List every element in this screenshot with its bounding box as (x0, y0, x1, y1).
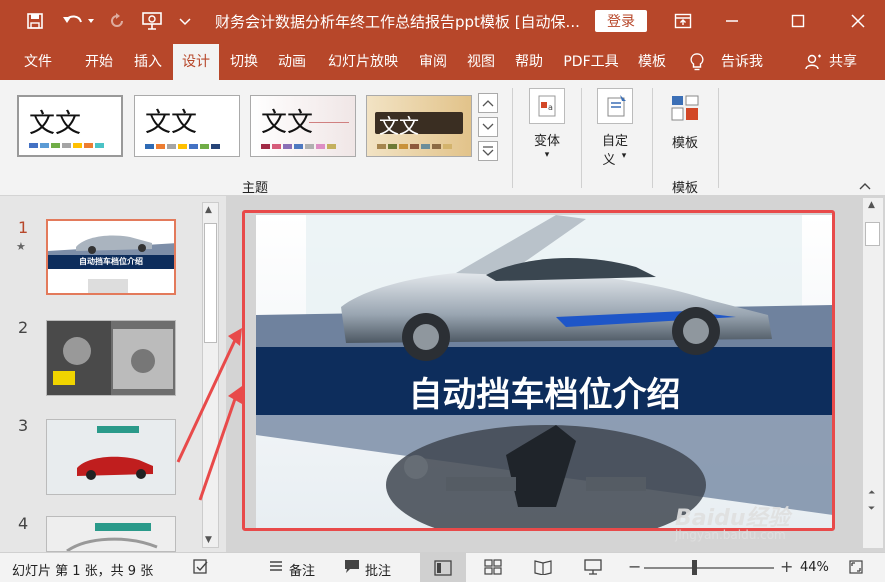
notes-button[interactable]: 备注 (289, 560, 315, 579)
svg-text:a: a (548, 103, 553, 112)
theme-sample-text: 文文 (29, 109, 82, 139)
lightbulb-icon[interactable] (686, 44, 708, 80)
comments-icon[interactable] (343, 558, 361, 578)
slideshow-icon[interactable] (584, 558, 602, 580)
slide-thumbnail-2[interactable] (46, 320, 176, 396)
slide-thumbnail-4[interactable] (46, 516, 176, 552)
ribbon-separator (718, 88, 719, 188)
scrollbar-thumb[interactable] (865, 222, 880, 246)
next-slide-icon[interactable]: ⏷ (868, 504, 875, 514)
ribbon-design: 文文 文文 文文 文文 主题 a 变体 ▾ 自定 义 ▾ 模板 模板 (0, 80, 885, 196)
scroll-down-icon[interactable]: ▼ (205, 535, 212, 545)
slide-thumbnail-3[interactable] (46, 419, 176, 495)
redo-icon[interactable] (104, 8, 130, 34)
login-button[interactable]: 登录 (595, 10, 647, 32)
ribbon-separator (512, 88, 513, 188)
zoom-slider[interactable] (644, 567, 774, 569)
tab-tell-me[interactable]: 告诉我 (712, 44, 772, 80)
variants-icon[interactable]: a (529, 88, 565, 124)
zoom-level[interactable]: 44% (800, 560, 829, 575)
comments-button[interactable]: 批注 (365, 560, 391, 579)
template-icon[interactable] (668, 92, 702, 126)
save-icon[interactable] (22, 8, 48, 34)
maximize-icon[interactable] (778, 8, 818, 34)
document-title: 财务会计数据分析年终工作总结报告ppt模板 [自动保... (215, 13, 580, 31)
highlight-box (242, 210, 835, 531)
collapse-ribbon-icon[interactable] (858, 180, 874, 192)
scroll-up-icon[interactable]: ▲ (868, 200, 875, 210)
tab-help[interactable]: 帮助 (506, 44, 552, 80)
tab-view[interactable]: 视图 (458, 44, 504, 80)
theme-option-2[interactable]: 文文 (134, 95, 240, 157)
tab-home[interactable]: 开始 (74, 44, 124, 80)
customize-dropdown-icon[interactable]: ▾ (618, 151, 630, 161)
ribbon-separator (652, 88, 653, 188)
customize-slide-size-icon[interactable] (597, 88, 633, 124)
ribbon-display-options-icon[interactable] (663, 8, 703, 34)
scroll-up-icon[interactable]: ▲ (205, 205, 212, 215)
theme-option-3[interactable]: 文文 (250, 95, 356, 157)
theme-sample-text: 文文 (145, 108, 198, 138)
slide-thumbnail-1[interactable]: 自动挡车档位介绍 (46, 219, 176, 295)
tab-template[interactable]: 模板 (630, 44, 674, 80)
previous-slide-icon[interactable]: ⏶ (868, 488, 875, 498)
themes-group-label: 主题 (241, 181, 268, 196)
user-icon[interactable] (800, 44, 826, 80)
normal-view-button[interactable] (420, 553, 466, 582)
reading-view-icon[interactable] (534, 559, 552, 579)
slide-count: 幻灯片 第 1 张，共 9 张 (12, 564, 154, 579)
customize-qat-icon[interactable] (176, 8, 194, 34)
undo-icon[interactable] (58, 8, 98, 34)
slide-number: 4 (18, 514, 29, 533)
notes-icon[interactable] (268, 558, 284, 578)
template-button-label[interactable]: 模板 (664, 132, 706, 151)
tab-insert[interactable]: 插入 (124, 44, 172, 80)
tab-transitions[interactable]: 切换 (220, 44, 268, 80)
ribbon-separator (581, 88, 582, 188)
slide-number: 1 (18, 218, 29, 237)
present-from-start-icon[interactable] (138, 8, 166, 34)
slide-number: 3 (18, 416, 29, 435)
slide-sorter-icon[interactable] (484, 559, 502, 579)
theme-sample-text: 文文 (261, 108, 314, 138)
themes-scroll-down-icon[interactable] (478, 117, 498, 137)
theme-option-4[interactable]: 文文 (366, 95, 472, 157)
tab-slideshow[interactable]: 幻灯片放映 (318, 44, 408, 80)
zoom-out-icon[interactable]: − (628, 557, 641, 576)
tab-review[interactable]: 审阅 (410, 44, 456, 80)
themes-scroll-up-icon[interactable] (478, 93, 498, 113)
variants-dropdown-icon[interactable]: ▾ (540, 150, 554, 160)
ribbon-tabs: 文件 开始 插入 设计 切换 动画 幻灯片放映 审阅 视图 帮助 PDF工具 模… (0, 44, 885, 80)
theme-sample-text: 文文 (379, 114, 419, 138)
minimize-icon[interactable] (712, 8, 752, 34)
animation-star-icon: ★ (16, 240, 26, 253)
zoom-slider-thumb[interactable] (692, 560, 697, 575)
fit-to-window-icon[interactable] (848, 559, 864, 579)
thumb-1-title: 自动挡车档位介绍 (79, 257, 143, 266)
zoom-in-icon[interactable]: + (780, 557, 793, 576)
tab-design[interactable]: 设计 (173, 44, 219, 80)
editor-scrollbar[interactable]: ▲ ⏶ ⏷ (863, 198, 883, 548)
status-bar: 幻灯片 第 1 张，共 9 张 备注 批注 − + 44% (0, 552, 885, 582)
accessibility-icon[interactable] (192, 558, 210, 580)
tab-animations[interactable]: 动画 (268, 44, 316, 80)
template-group-label: 模板 (671, 181, 698, 196)
close-icon[interactable] (838, 8, 878, 34)
customize-label[interactable]: 自定 (594, 130, 636, 149)
slide-editor: 自动挡车档位介绍 ▲ ⏶ ⏷ (226, 196, 885, 552)
theme-option-1[interactable]: 文文 (17, 95, 123, 157)
share-button[interactable]: 共享 (826, 44, 860, 80)
tab-file[interactable]: 文件 (12, 44, 64, 80)
title-bar: 财务会计数据分析年终工作总结报告ppt模板 [自动保... 登录 (0, 0, 885, 44)
tab-pdf-tools[interactable]: PDF工具 (554, 44, 628, 80)
variants-label[interactable]: 变体 (526, 130, 568, 149)
watermark-url: jingyan.baidu.com (675, 528, 786, 542)
slide-number: 2 (18, 318, 29, 337)
themes-more-icon[interactable] (478, 141, 498, 161)
annotation-arrows (176, 328, 242, 501)
